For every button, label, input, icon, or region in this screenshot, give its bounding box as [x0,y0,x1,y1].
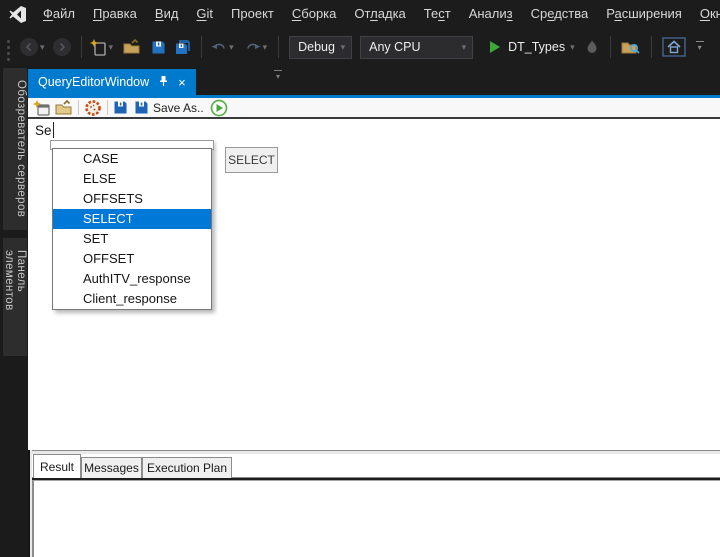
visual-studio-logo-icon [9,5,28,24]
configuration-dropdown[interactable]: Debug ▾ [289,36,352,59]
save-query-icon[interactable] [113,100,128,115]
autocomplete-item[interactable]: CASE [53,149,211,169]
menu-item-12[interactable]: Окно [691,0,720,28]
typed-query-text: Se [35,123,52,138]
editor-toolbar-overflow-icon[interactable]: ▾ [274,70,282,82]
start-debug-icon[interactable] [489,40,501,54]
new-project-dropdown-icon[interactable]: ▾ [109,42,114,52]
start-project-label[interactable]: DT_Types [508,40,565,54]
sidebar-tab-2[interactable]: Панель элементов [3,238,27,356]
bottom-tab-result[interactable]: Result [33,454,81,478]
open-file-icon[interactable] [123,39,141,55]
close-icon[interactable]: × [178,76,186,89]
toolbar-separator [78,100,79,115]
document-tab-queryeditorwindow[interactable]: QueryEditorWindow × [28,69,196,95]
menu-item-3[interactable]: Вид [146,0,188,28]
autocomplete-item[interactable]: OFFSETS [53,189,211,209]
autocomplete-item[interactable]: SET [53,229,211,249]
toolbar-separator [610,36,611,58]
save-as-button[interactable]: Save As.. [153,101,204,115]
menu-item-10[interactable]: Средства [522,0,598,28]
navigate-forward-icon[interactable] [53,38,71,56]
execute-query-icon[interactable] [210,99,228,117]
autocomplete-item[interactable]: SELECT [53,209,211,229]
redo-dropdown-icon[interactable]: ▾ [263,42,268,52]
find-in-files-icon[interactable] [621,39,640,55]
bottom-tab-execution-plan[interactable]: Execution Plan [142,457,232,478]
menu-item-9[interactable]: Анализ [460,0,522,28]
bottom-tab-messages[interactable]: Messages [81,457,142,478]
result-panel-content [32,480,720,557]
menu-item-5[interactable]: Проект [222,0,283,28]
document-tab-title: QueryEditorWindow [38,75,149,89]
menu-item-1[interactable]: Файл [34,0,84,28]
autocomplete-item[interactable]: OFFSET [53,249,211,269]
query-editor-toolbar: Save As.. [28,98,720,117]
document-area: QueryEditorWindow × [28,66,720,557]
menu-item-4[interactable]: Git [187,0,222,28]
new-query-icon[interactable] [33,100,50,116]
main-toolbar: ▾ ▾ ▾ [0,28,720,66]
toolbar-grip-handle[interactable] [7,46,10,49]
menu-item-11[interactable]: Расширения [597,0,691,28]
left-sidebar: Обозреватель серверов Панель элементов [0,66,28,557]
start-dropdown-icon[interactable]: ▾ [570,42,575,52]
select-button[interactable]: SELECT [225,147,278,173]
toolbar-separator [278,36,279,58]
toolbar-separator [81,36,82,58]
menu-bar: ФайлПравкаВидGitПроектСборкаОтладкаТестА… [0,0,720,28]
bottom-panel-gutter [28,450,32,557]
toolbar-overflow-icon[interactable]: ▾ [696,41,704,53]
menu-item-6[interactable]: Сборка [283,0,346,28]
undo-dropdown-icon[interactable]: ▾ [229,42,234,52]
save-icon[interactable] [151,40,166,55]
save-query-as-icon[interactable] [134,100,149,115]
menu-item-2[interactable]: Правка [84,0,146,28]
connect-database-icon[interactable] [84,99,102,117]
redo-icon[interactable] [245,40,261,54]
autocomplete-item[interactable]: Client_response [53,289,211,309]
query-text-editor[interactable]: Se CASEELSEOFFSETSSELECTSETOFFSETAuthITV… [28,119,720,450]
chevron-down-icon: ▾ [341,42,352,52]
platform-dropdown[interactable]: Any CPU ▾ [360,36,473,59]
hot-reload-icon [586,40,598,54]
new-project-icon[interactable] [90,39,107,56]
menu-items: ФайлПравкаВидGitПроектСборкаОтладкаТестА… [34,0,720,28]
menu-item-8[interactable]: Тест [415,0,460,28]
undo-icon[interactable] [211,40,227,54]
autocomplete-item[interactable]: AuthITV_response [53,269,211,289]
autocomplete-item[interactable]: ELSE [53,169,211,189]
open-query-icon[interactable] [55,100,73,116]
web-home-icon[interactable] [662,37,686,57]
toolbar-separator [107,100,108,115]
text-cursor [53,122,54,138]
navigate-back-icon[interactable] [20,38,38,56]
platform-value: Any CPU [369,40,420,54]
pin-icon[interactable] [158,75,169,90]
save-all-icon[interactable] [175,39,191,55]
toolbar-separator [651,36,652,58]
autocomplete-dropdown: CASEELSEOFFSETSSELECTSETOFFSETAuthITV_re… [52,148,212,310]
navigate-back-dropdown-icon[interactable]: ▾ [40,42,45,52]
sidebar-tab-1[interactable]: Обозреватель серверов [3,68,27,230]
configuration-value: Debug [298,40,335,54]
toolbar-separator [201,36,202,58]
chevron-down-icon: ▾ [462,42,473,52]
menu-item-7[interactable]: Отладка [345,0,414,28]
